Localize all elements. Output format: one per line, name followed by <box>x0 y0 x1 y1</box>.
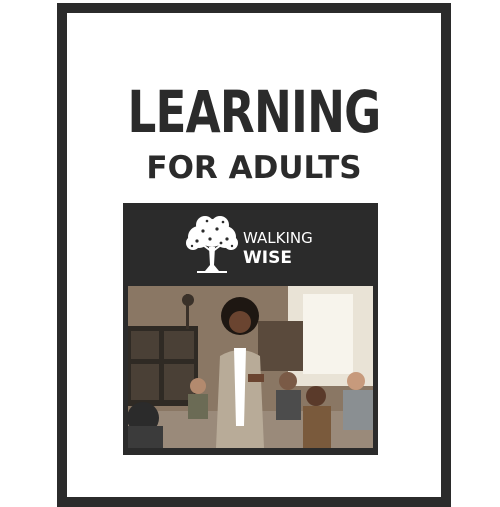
cover-subtitle: FOR ADULTS <box>146 150 362 186</box>
classroom-photo <box>128 286 373 448</box>
cover-title: LEARNING <box>127 78 381 146</box>
tree-icon <box>186 216 238 273</box>
logo-text-wise: WISE <box>243 248 292 268</box>
image-panel: WALKING WISE <box>123 203 378 455</box>
classroom-photo-illustration <box>128 286 373 448</box>
book-cover: LEARNING FOR ADULTS WALKING WISE <box>57 3 451 507</box>
logo-text-walking: WALKING <box>243 229 313 247</box>
walking-wise-logo: WALKING WISE <box>183 213 323 277</box>
